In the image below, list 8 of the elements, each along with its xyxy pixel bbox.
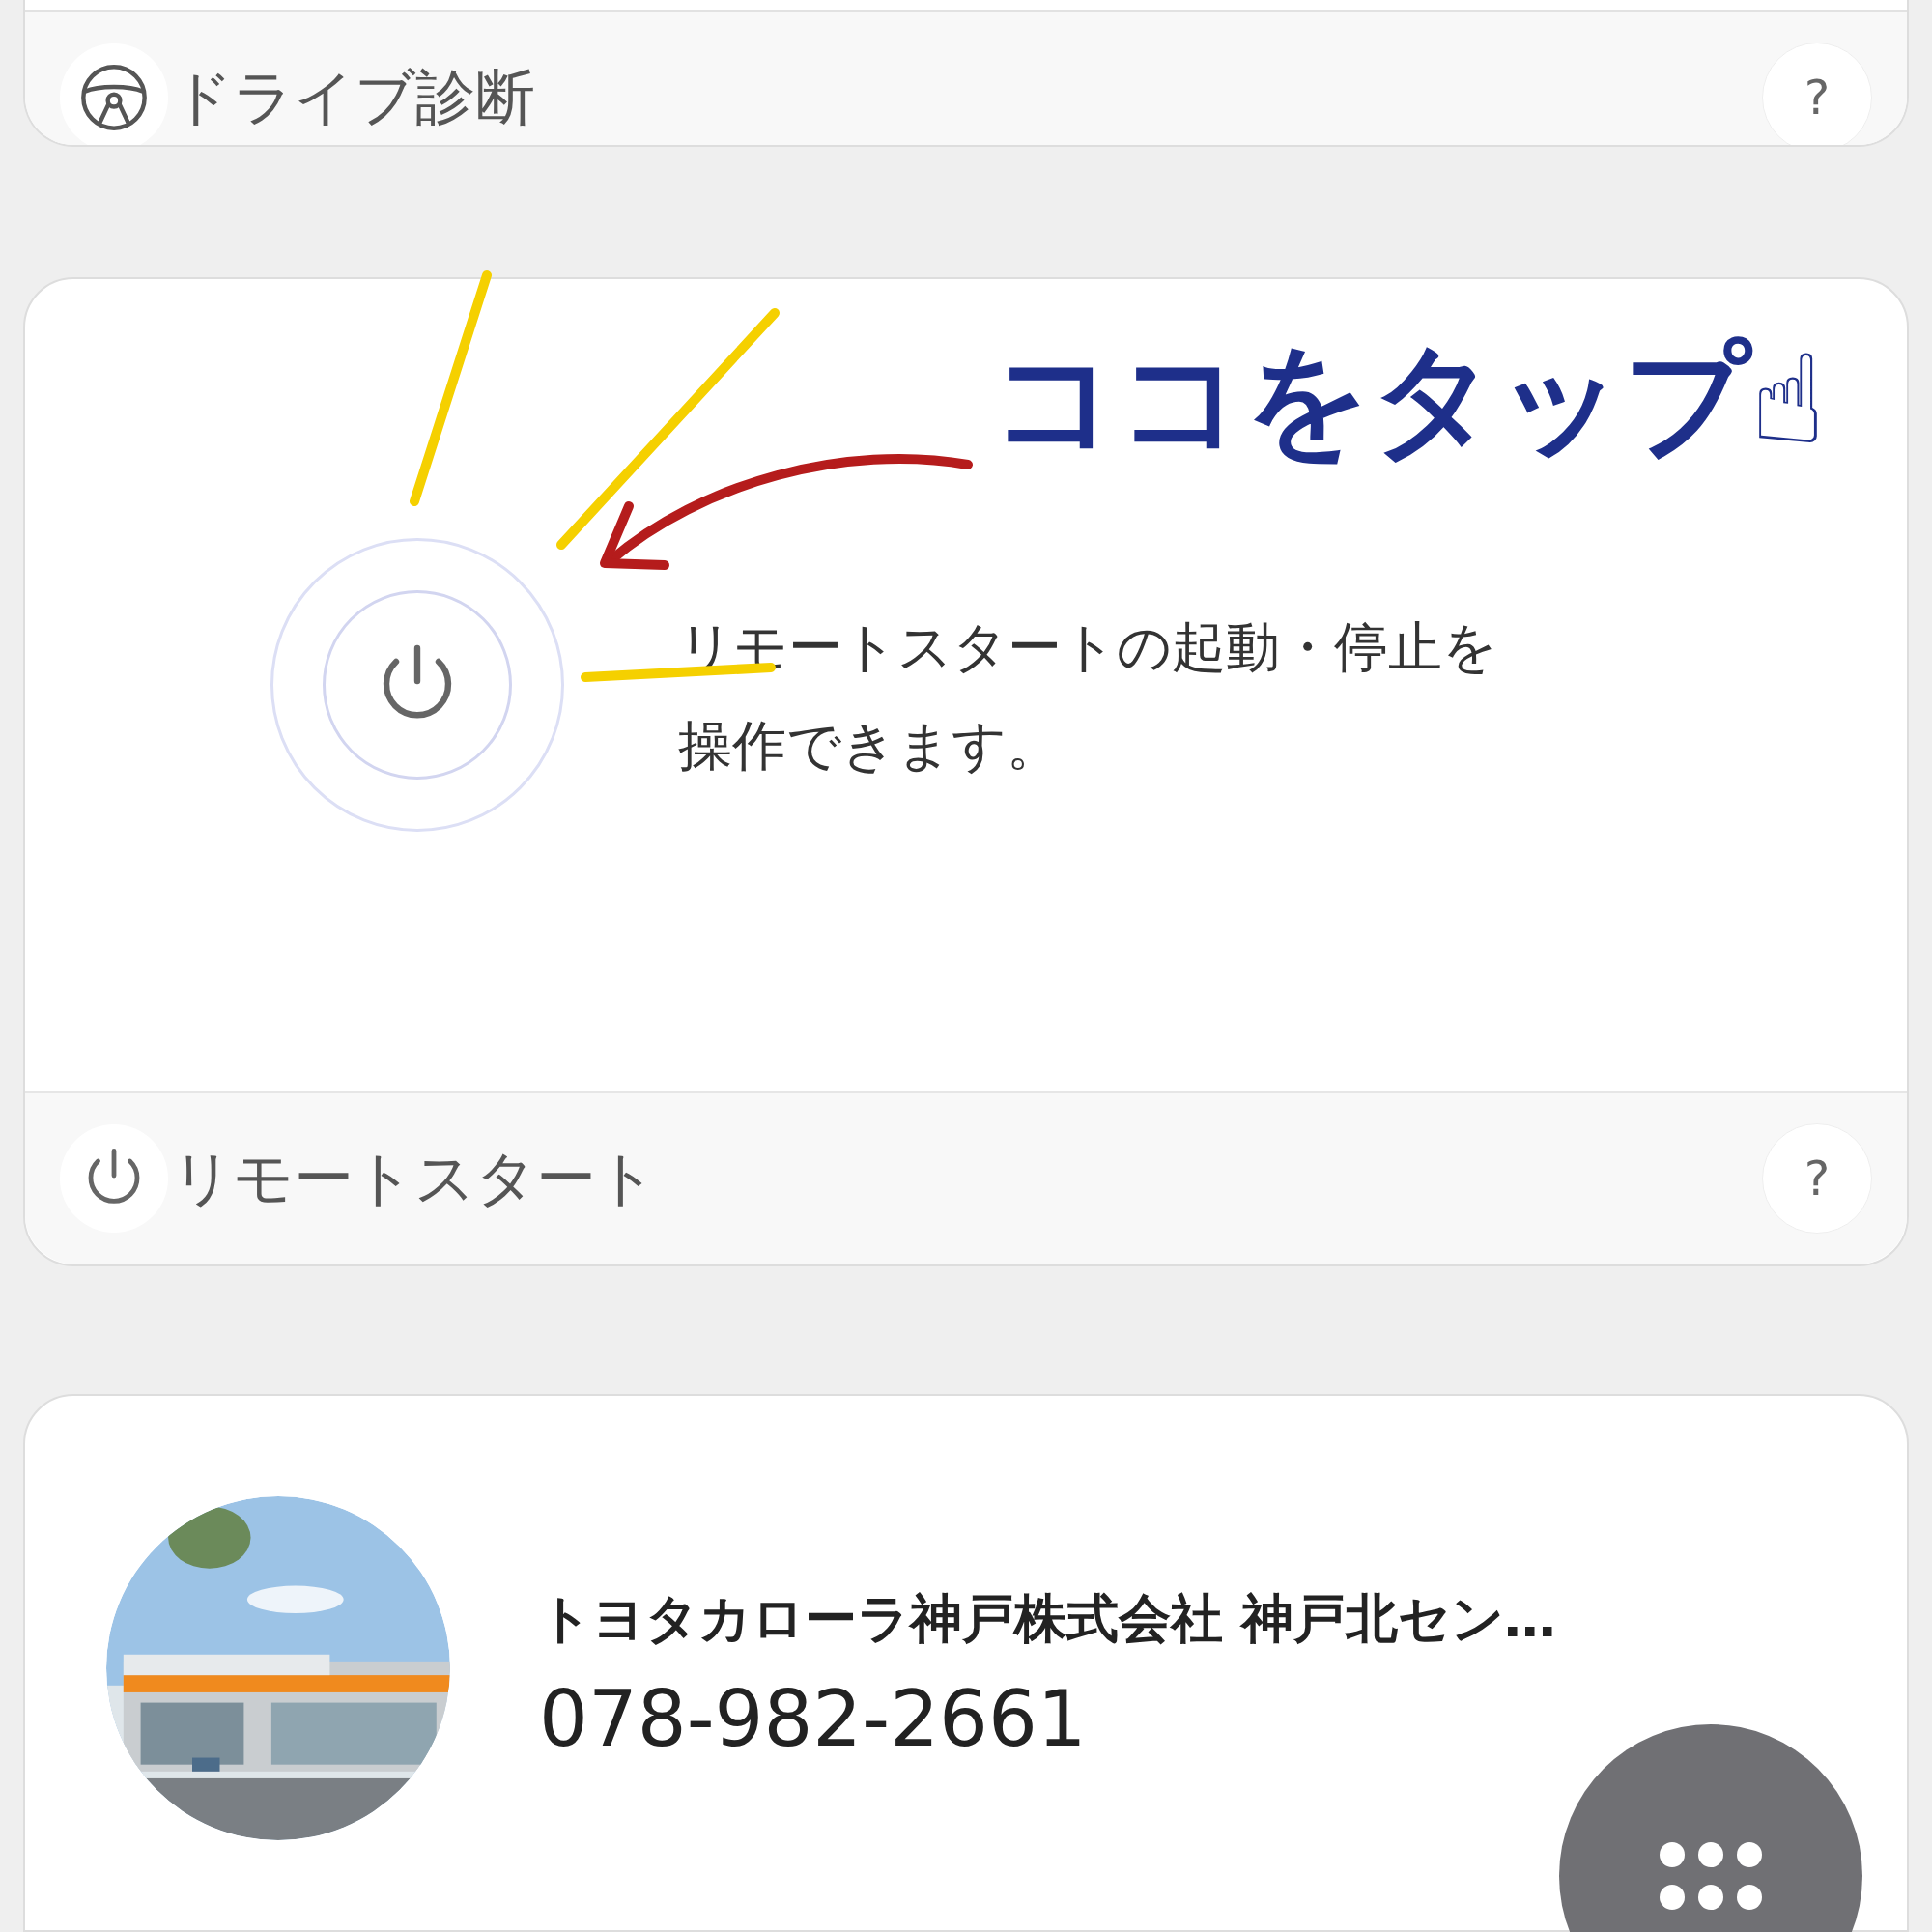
help-button[interactable]: ? bbox=[1762, 1123, 1872, 1235]
annotation-text: ココをタップ☝ bbox=[991, 327, 1826, 473]
section-title: ドライブ診断 bbox=[172, 68, 535, 128]
dealer-name: トヨタカローラ神戸株式会社 神戸北セン… bbox=[539, 1586, 1556, 1651]
remote-start-button[interactable] bbox=[270, 538, 564, 833]
section-title: リモートスタート bbox=[172, 1149, 657, 1209]
help-button[interactable]: ? bbox=[1762, 43, 1872, 146]
phone-number: 078-982-2661 bbox=[539, 1680, 1088, 1758]
